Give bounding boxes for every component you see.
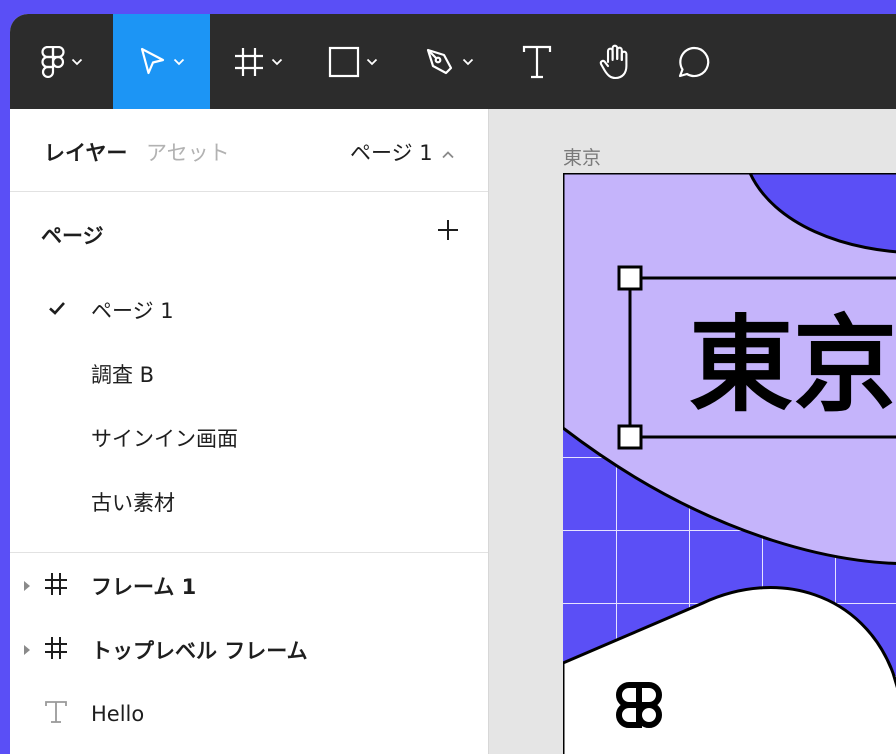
checkmark-icon	[48, 299, 66, 321]
chevron-down-icon	[71, 58, 83, 66]
page-item[interactable]: 調査 B	[10, 349, 488, 399]
pen-icon	[424, 46, 456, 78]
frame-tool-button[interactable]	[210, 14, 306, 109]
page-item[interactable]: サインイン画面	[10, 413, 488, 463]
expand-arrow-icon[interactable]	[23, 641, 31, 660]
hand-tool-button[interactable]	[576, 14, 654, 109]
page-item-label: サインイン画面	[91, 427, 238, 451]
text-icon	[522, 45, 552, 79]
layer-name: フレーム 1	[91, 575, 197, 599]
left-panel: レイヤー アセット ページ 1 ページ ページ 1 調査 B サインイン画面 古…	[10, 109, 489, 754]
toolbar	[10, 14, 896, 109]
frame-icon	[44, 572, 68, 600]
pen-tool-button[interactable]	[400, 14, 498, 109]
move-tool-button[interactable]	[113, 14, 210, 109]
main-menu-button[interactable]	[10, 14, 113, 109]
hand-icon	[598, 44, 632, 80]
frame-icon	[233, 46, 265, 78]
panel-tabs: レイヤー アセット ページ 1	[10, 109, 488, 192]
frame-artboard[interactable]: 東京	[563, 173, 896, 754]
layer-row[interactable]: トップレベル フレーム	[10, 622, 488, 678]
app-window: レイヤー アセット ページ 1 ページ ページ 1 調査 B サインイン画面 古…	[10, 14, 896, 754]
chevron-down-icon	[462, 58, 474, 66]
layer-name: トップレベル フレーム	[91, 639, 308, 663]
page-item[interactable]: ページ 1	[10, 285, 488, 335]
tab-layers[interactable]: レイヤー	[44, 137, 127, 167]
headline-text[interactable]: 東京	[689, 304, 896, 426]
add-page-button[interactable]	[434, 218, 462, 246]
frame-icon	[44, 636, 68, 664]
expand-arrow-icon[interactable]	[23, 577, 31, 596]
page-item-label: 古い素材	[91, 491, 175, 515]
comment-icon	[677, 45, 711, 79]
pages-heading: ページ	[41, 224, 104, 248]
page-selector-label: ページ 1	[350, 141, 433, 165]
move-cursor-icon	[139, 47, 167, 77]
page-item[interactable]: 古い素材	[10, 477, 488, 527]
page-item-label: ページ 1	[91, 299, 174, 323]
chevron-down-icon	[173, 58, 185, 66]
tab-assets[interactable]: アセット	[146, 137, 230, 167]
chevron-up-icon	[441, 140, 455, 164]
text-tool-button[interactable]	[498, 14, 576, 109]
canvas[interactable]: 東京 東京	[489, 109, 896, 754]
figma-logo-icon	[40, 45, 65, 78]
frame-label[interactable]: 東京	[563, 143, 601, 170]
layer-name: Hello	[91, 702, 145, 726]
pages-section: ページ ページ 1 調査 B サインイン画面 古い素材	[10, 192, 488, 553]
layer-row[interactable]: フレーム 1	[10, 558, 488, 614]
resize-handle[interactable]	[617, 265, 643, 291]
text-layer-icon	[44, 700, 68, 728]
chevron-down-icon	[271, 58, 283, 66]
rectangle-icon	[328, 46, 360, 78]
page-item-label: 調査 B	[91, 363, 155, 387]
page-selector[interactable]: ページ 1	[350, 137, 455, 167]
resize-handle[interactable]	[617, 424, 643, 450]
plus-icon	[436, 218, 460, 246]
chevron-down-icon	[366, 58, 378, 66]
comment-tool-button[interactable]	[654, 14, 734, 109]
shape-tool-button[interactable]	[306, 14, 400, 109]
